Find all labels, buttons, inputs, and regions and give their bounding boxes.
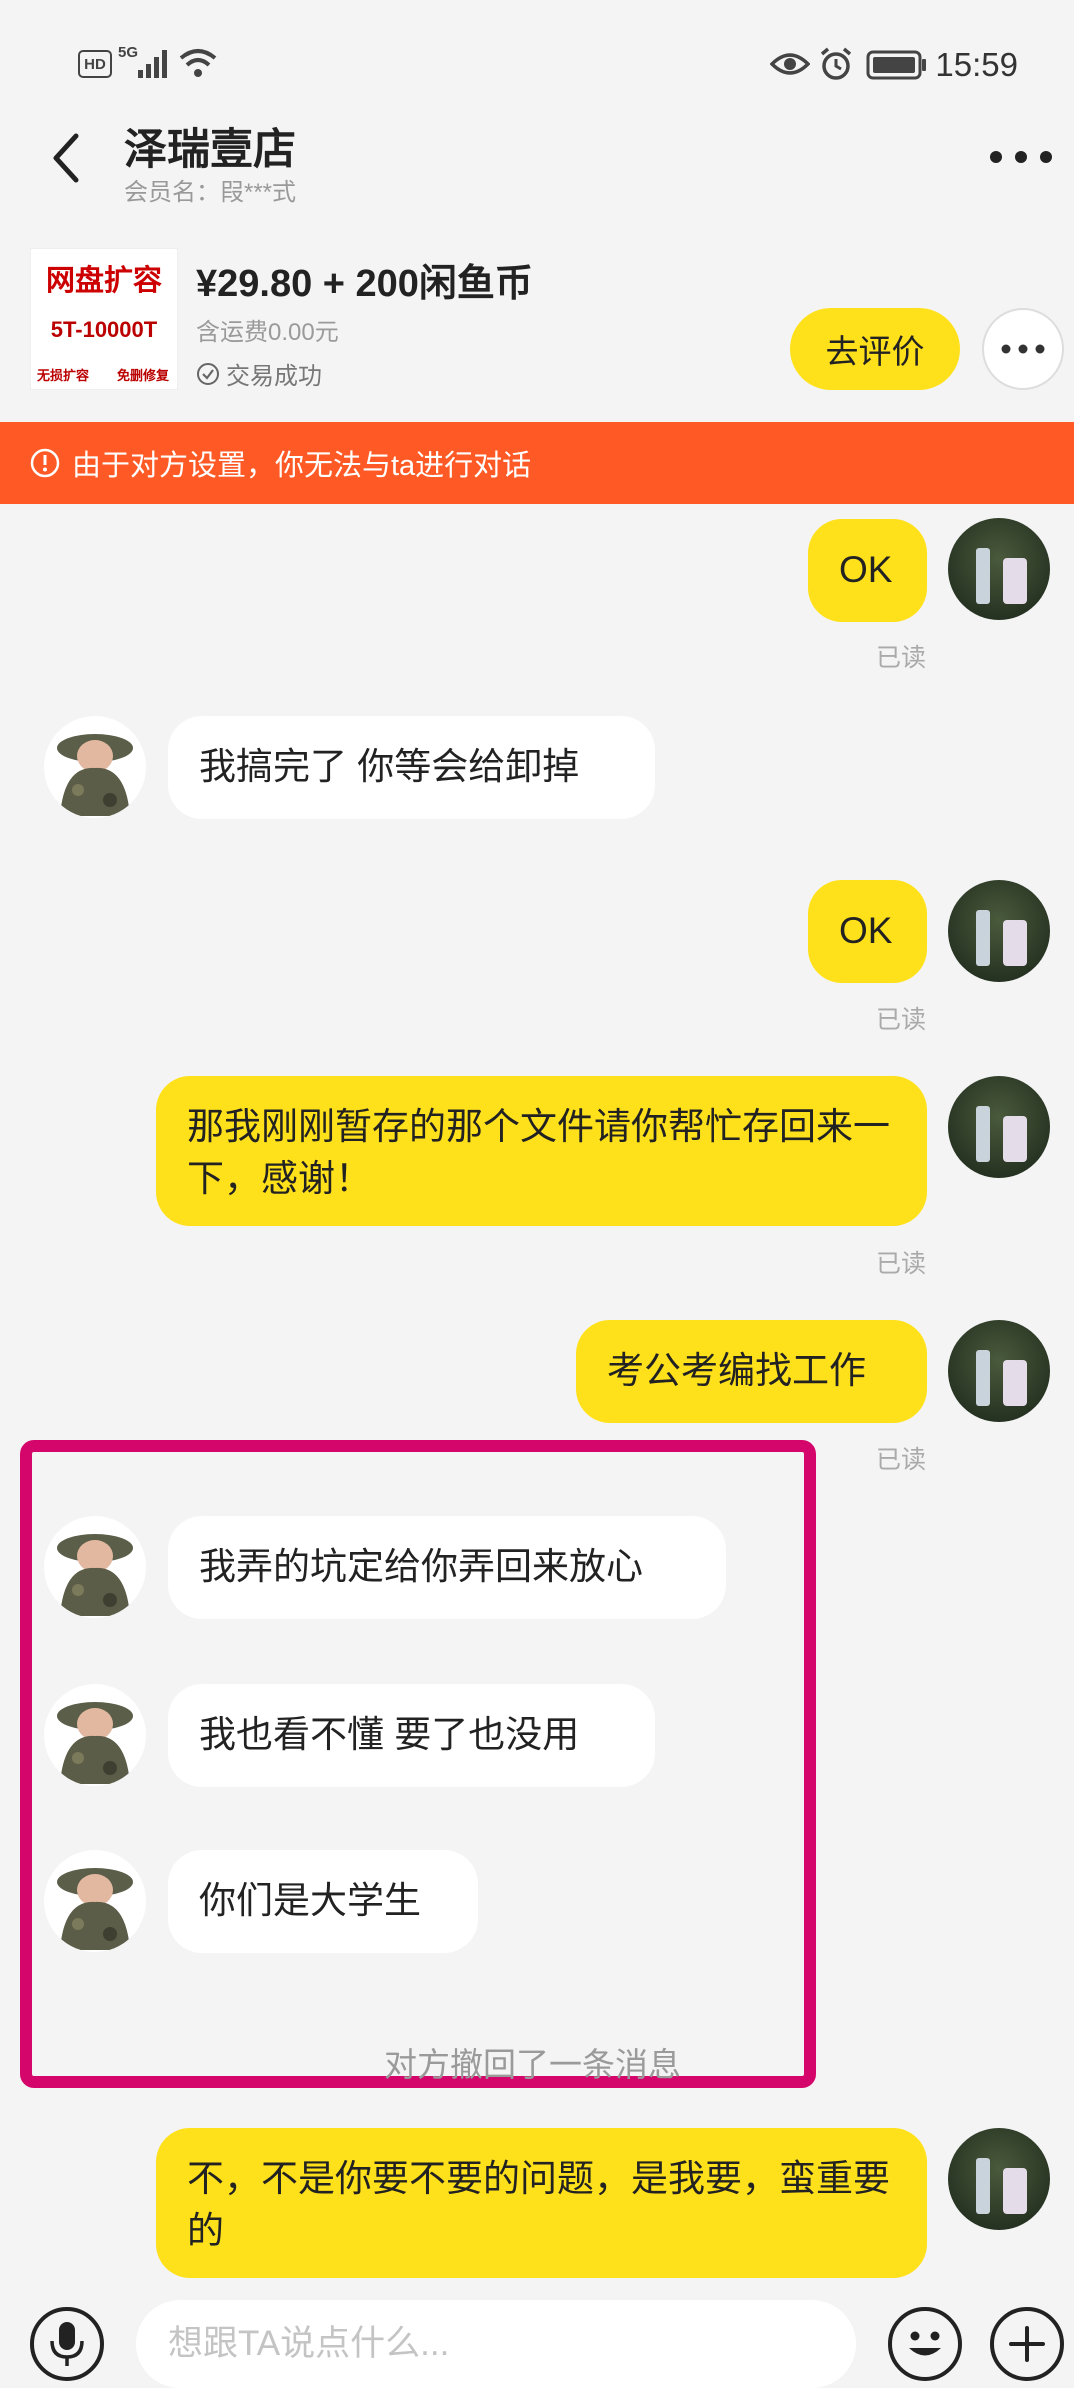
recall-notice: 对方撤回了一条消息 bbox=[384, 2046, 681, 2083]
signal-icon bbox=[138, 50, 167, 78]
read-receipt: 已读 bbox=[876, 1250, 927, 1278]
product-more-button[interactable] bbox=[982, 308, 1064, 390]
message-bubble-outgoing[interactable]: 不，不是你要不要的问题，是我要，蛮重要的 bbox=[156, 2128, 927, 2278]
status-bar: HD 5G 15:59 bbox=[0, 0, 1074, 120]
product-price: ¥29.80 + 200闲鱼币 bbox=[196, 263, 533, 305]
message-bubble-incoming[interactable]: 我弄的坑定给你弄回来放心 bbox=[168, 1516, 726, 1619]
emoji-button[interactable] bbox=[888, 2307, 962, 2381]
product-image-tag-right: 免删修复 bbox=[116, 368, 169, 383]
message-bubble-outgoing[interactable]: OK bbox=[808, 519, 927, 622]
read-receipt: 已读 bbox=[876, 1446, 927, 1474]
back-arrow-icon[interactable] bbox=[42, 128, 92, 188]
emoji-icon bbox=[909, 2331, 941, 2356]
read-receipt: 已读 bbox=[876, 1006, 927, 1034]
message-bubble-incoming[interactable]: 我搞完了 你等会给卸掉 bbox=[168, 716, 655, 819]
seller-avatar[interactable] bbox=[44, 1850, 146, 1952]
message-bubble-outgoing[interactable]: 那我刚刚暂存的那个文件请你帮忙存回来一下，感谢！ bbox=[156, 1076, 927, 1226]
message-bubble-incoming[interactable]: 我也看不懂 要了也没用 bbox=[168, 1684, 655, 1787]
microphone-icon bbox=[50, 2322, 84, 2366]
seller-avatar[interactable] bbox=[44, 716, 146, 818]
eye-icon bbox=[770, 53, 810, 75]
my-avatar[interactable] bbox=[948, 1320, 1050, 1422]
product-thumbnail[interactable]: 网盘扩容 5T-10000T 无损扩容 免删修复 bbox=[30, 248, 178, 390]
banner-text: 由于对方设置，你无法与ta进行对话 bbox=[72, 450, 532, 482]
network-type-label: 5G bbox=[118, 44, 139, 61]
seller-avatar[interactable] bbox=[44, 1684, 146, 1786]
hd-badge: HD bbox=[78, 50, 112, 78]
product-image-title: 网盘扩容 bbox=[45, 265, 162, 297]
add-attachment-button[interactable] bbox=[990, 2307, 1064, 2381]
trade-status-label: 交易成功 bbox=[226, 363, 322, 390]
more-horizontal-icon bbox=[1001, 344, 1045, 354]
voice-button[interactable] bbox=[30, 2307, 104, 2381]
product-image-tag-left: 无损扩容 bbox=[37, 368, 90, 383]
shipping-fee: 含运费0.00元 bbox=[196, 319, 339, 346]
message-bubble-incoming[interactable]: 你们是大学生 bbox=[168, 1850, 478, 1953]
my-avatar[interactable] bbox=[948, 2128, 1050, 2230]
my-avatar[interactable] bbox=[948, 880, 1050, 982]
my-avatar[interactable] bbox=[948, 518, 1050, 620]
trade-status: 交易成功 bbox=[196, 356, 322, 391]
read-receipt: 已读 bbox=[876, 644, 927, 672]
battery-icon bbox=[866, 50, 926, 80]
more-options-icon[interactable] bbox=[986, 142, 1056, 172]
plus-icon bbox=[1009, 2326, 1045, 2362]
seller-avatar[interactable] bbox=[44, 1516, 146, 1618]
message-bubble-outgoing[interactable]: 考公考编找工作 bbox=[576, 1320, 927, 1423]
member-name: 会员名：叚***式 bbox=[124, 179, 297, 206]
warning-icon bbox=[30, 448, 60, 478]
product-image-subtitle: 5T-10000T bbox=[50, 317, 158, 342]
message-bubble-outgoing[interactable]: OK bbox=[808, 880, 927, 983]
review-button[interactable]: 去评价 bbox=[790, 308, 960, 390]
check-circle-icon bbox=[197, 362, 219, 385]
clock: 15:59 bbox=[935, 46, 1018, 83]
shop-name: 泽瑞壹店 bbox=[124, 126, 296, 174]
wifi-icon bbox=[179, 49, 217, 77]
chat-disabled-banner: 由于对方设置，你无法与ta进行对话 bbox=[0, 422, 1074, 504]
message-input[interactable] bbox=[136, 2300, 856, 2388]
my-avatar[interactable] bbox=[948, 1076, 1050, 1178]
alarm-icon bbox=[820, 47, 852, 80]
